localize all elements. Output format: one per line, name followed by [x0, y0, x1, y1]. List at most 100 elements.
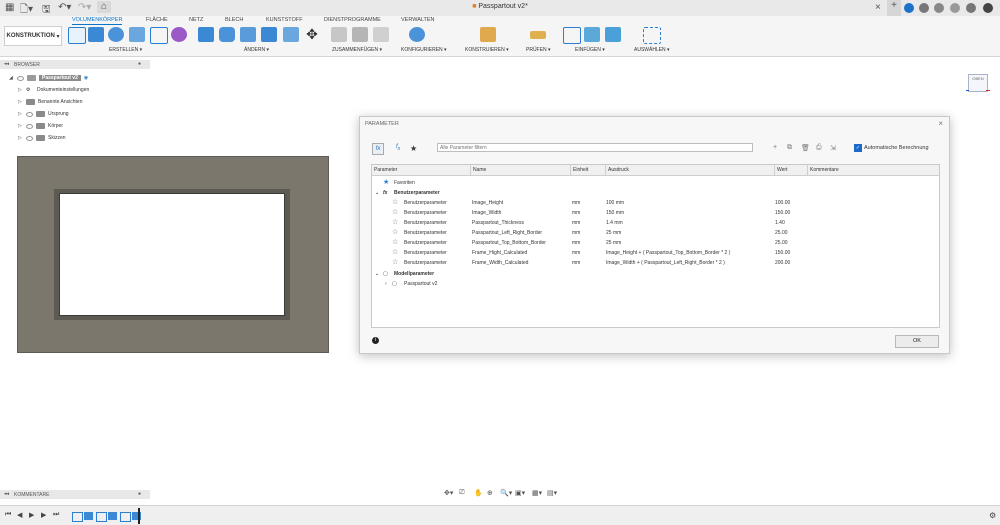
visibility-icon[interactable] [17, 75, 24, 81]
checkbox-icon[interactable]: ✓ [854, 144, 862, 152]
col-header-einheit[interactable]: Einheit [571, 165, 606, 176]
tab-kunststoff[interactable]: KUNSTSTOFF [266, 17, 303, 23]
cell-unit[interactable]: mm [572, 218, 580, 228]
table-row[interactable]: ☆ Benutzerparameter Frame_Hight_Calculat… [372, 248, 939, 258]
cell-unit[interactable]: mm [572, 238, 580, 248]
cell-expression[interactable]: 25 mm [606, 228, 621, 238]
browser-item-skizzen[interactable]: ▷ Skizzen [18, 133, 66, 143]
zoom-icon[interactable]: ⊕ [487, 489, 493, 497]
pan-icon[interactable]: ✋ [474, 489, 483, 497]
user-params-group-row[interactable]: ⌄ fx Benutzerparameter [372, 188, 939, 198]
favorite-star-outline-icon[interactable]: ☆ [392, 238, 398, 248]
group-erstellen[interactable]: ERSTELLEN ▾ [109, 47, 142, 53]
display-settings-icon[interactable]: ▣▾ [515, 489, 525, 497]
cell-name[interactable]: Passpartout_Top_Bottom_Border [472, 238, 546, 248]
browser-item-koerper[interactable]: ▷ Körper [18, 121, 63, 131]
cell-name[interactable]: Frame_Width_Calculated [472, 258, 528, 268]
new-tab-icon[interactable]: + [887, 0, 901, 16]
pin-icon[interactable]: ● [138, 491, 141, 497]
tab-dienstprogramme[interactable]: DIENSTPROGRAMME [324, 17, 381, 23]
group-aendern[interactable]: ÄNDERN ▾ [244, 47, 269, 53]
cell-unit[interactable]: mm [572, 208, 580, 218]
hole-icon[interactable] [129, 27, 145, 42]
notifications-icon[interactable] [950, 3, 960, 13]
passpartout-model[interactable] [17, 156, 329, 353]
help-icon[interactable] [966, 3, 976, 13]
browser-root[interactable]: ◢ Passpartout v2 ◉ [9, 73, 88, 83]
pattern-icon[interactable] [150, 27, 168, 44]
favorite-star-outline-icon[interactable]: ☆ [392, 208, 398, 218]
select-icon[interactable] [643, 27, 661, 44]
table-row[interactable]: ☆ Benutzerparameter Passpartout_Top_Bott… [372, 238, 939, 248]
info-icon[interactable]: i [372, 337, 379, 344]
move-icon[interactable]: ✥ [304, 27, 320, 42]
ok-button[interactable]: OK [895, 335, 939, 348]
zoom-window-icon[interactable]: 🔍▾ [500, 489, 512, 497]
cell-expression[interactable]: 1.4 mm [606, 218, 623, 228]
close-tab-icon[interactable]: × [875, 2, 881, 13]
timeline-marker[interactable] [138, 508, 140, 524]
visibility-icon[interactable] [26, 123, 33, 129]
table-row[interactable]: ☆ Benutzerparameter Passpartout_Thicknes… [372, 218, 939, 228]
cell-unit[interactable]: mm [572, 248, 580, 258]
favorite-star-outline-icon[interactable]: ☆ [392, 228, 398, 238]
viewcube[interactable]: OBEN [966, 70, 990, 94]
cell-unit[interactable]: mm [572, 228, 580, 238]
fx-icon[interactable]: fx [372, 143, 384, 155]
form-icon[interactable] [171, 27, 187, 42]
collapse-icon[interactable]: ◂◂ [4, 61, 9, 67]
col-header-kommentare[interactable]: Kommentare [808, 165, 939, 176]
tab-verwalten[interactable]: VERWALTEN [401, 17, 435, 23]
go-to-start-icon[interactable]: ⏮ [5, 511, 11, 519]
auto-calc-checkbox[interactable]: ✓ Automatische Berechnung [854, 144, 929, 152]
browser-item-benannte-ansichten[interactable]: ▷ Benannte Ansichten [18, 97, 82, 107]
workspace-switcher[interactable]: KONSTRUKTION ▾ [4, 26, 62, 46]
shell-icon[interactable] [261, 27, 277, 42]
cell-unit[interactable]: mm [572, 198, 580, 208]
play-icon[interactable]: ▶ [29, 511, 34, 519]
fillet-icon[interactable] [219, 27, 235, 42]
parameter-filter-input[interactable] [437, 143, 753, 152]
visibility-icon[interactable] [26, 135, 33, 141]
revolve-icon[interactable] [108, 27, 124, 42]
viewports-icon[interactable]: ▤▾ [547, 489, 557, 497]
expand-icon[interactable]: ▷ [18, 135, 23, 141]
collapse-chevron-icon[interactable]: ⌄ [375, 269, 379, 279]
import-icon[interactable]: ⇲ [830, 144, 836, 152]
insert-mesh-icon[interactable] [584, 27, 600, 42]
timeline-sketch-icon[interactable] [96, 512, 107, 522]
add-favorite-fx-icon[interactable]: fx [396, 144, 400, 152]
create-sketch-icon[interactable] [68, 27, 86, 44]
measure-icon[interactable] [530, 31, 546, 39]
group-zusammenfuegen[interactable]: ZUSAMMENFÜGEN ▾ [332, 47, 382, 53]
copy-icon[interactable]: ⧉ [787, 144, 792, 152]
favorites-row[interactable]: ★ Favoriten [372, 178, 939, 188]
col-header-wert[interactable]: Wert [775, 165, 808, 176]
close-icon[interactable]: × [938, 119, 943, 128]
group-konfigurieren[interactable]: KONFIGURIEREN ▾ [401, 47, 447, 53]
table-row[interactable]: ☆ Benutzerparameter Passpartout_Left_Rig… [372, 228, 939, 238]
grid-icon[interactable]: ▦▾ [532, 489, 542, 497]
combine-icon[interactable] [283, 27, 299, 42]
comments-panel[interactable]: ◂◂ KOMMENTARE ● [0, 490, 150, 499]
favorite-star-outline-icon[interactable]: ☆ [392, 258, 398, 268]
timeline-sketch-icon[interactable] [120, 512, 131, 522]
table-row[interactable]: ☆ Benutzerparameter Frame_Width_Calculat… [372, 258, 939, 268]
collapse-icon[interactable]: ◂◂ [4, 491, 9, 497]
collapse-chevron-icon[interactable]: ⌄ [375, 188, 379, 198]
table-row[interactable]: ☆ Benutzerparameter Image_Width mm 150 m… [372, 208, 939, 218]
pin-icon[interactable]: ● [138, 61, 141, 67]
step-forward-icon[interactable]: ▶ [41, 511, 46, 519]
browser-item-ursprung[interactable]: ▷ Ursprung [18, 109, 69, 119]
expand-icon[interactable]: ▷ [18, 111, 23, 117]
expand-icon[interactable]: ▷ [18, 99, 23, 105]
model-item-row[interactable]: › ▢ Passpartout v2 [372, 279, 939, 289]
table-icon[interactable] [373, 27, 389, 42]
cell-name[interactable]: Frame_Hight_Calculated [472, 248, 527, 258]
cell-expression[interactable]: 100 mm [606, 198, 624, 208]
tab-volumenkoerper[interactable]: VOLUMENKÖRPER [72, 17, 123, 25]
visibility-icon[interactable] [26, 111, 33, 117]
chamfer-icon[interactable] [240, 27, 256, 42]
delete-icon[interactable]: 🗑 [801, 144, 810, 152]
cell-expression[interactable]: Image_Height + ( Passpartout_Top_Bottom_… [606, 248, 730, 258]
